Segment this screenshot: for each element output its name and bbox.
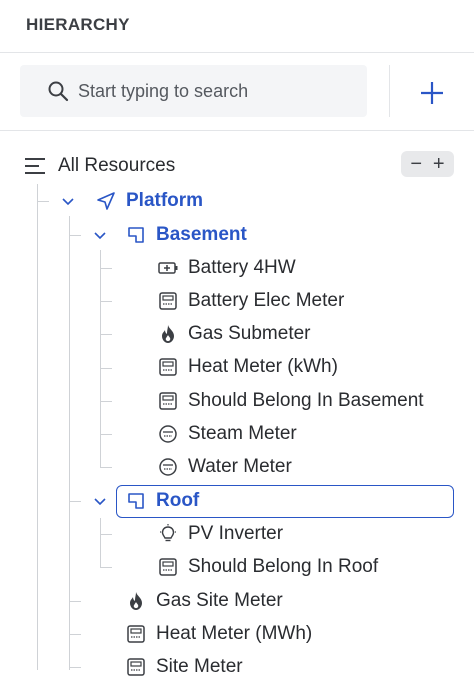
tree-item-platform[interactable]: Platform <box>95 186 203 216</box>
tree-line <box>100 434 112 435</box>
collapse-expand-controls: − + <box>401 151 454 177</box>
meter-icon <box>157 356 179 378</box>
tree-item-basement[interactable]: Basement <box>125 220 247 250</box>
tree-line <box>69 235 81 236</box>
meter-icon <box>157 556 179 578</box>
tree-item-label: Should Belong In Basement <box>188 390 424 411</box>
tree-item-label: Basement <box>156 224 247 245</box>
search-row <box>0 53 474 131</box>
tree-line <box>37 184 38 670</box>
tree-line <box>100 250 101 468</box>
tree-item-label: Battery 4HW <box>188 257 296 278</box>
tree-item-water-meter[interactable]: Water Meter <box>157 452 292 482</box>
tree-item-gas-site-meter[interactable]: Gas Site Meter <box>125 586 283 616</box>
meter-icon <box>125 623 147 645</box>
tree-item-should-belong-in-basement[interactable]: Should Belong In Basement <box>157 386 424 416</box>
chevron-down-icon[interactable] <box>93 495 107 509</box>
navigation-arrow-icon <box>95 190 117 212</box>
tree-item-heat-meter-kwh[interactable]: Heat Meter (kWh) <box>157 352 338 382</box>
tree-line <box>100 301 112 302</box>
tree-item-label: Battery Elec Meter <box>188 290 345 311</box>
tree-item-battery-elec-meter[interactable]: Battery Elec Meter <box>157 286 344 316</box>
meter-icon <box>157 390 179 412</box>
meter-icon <box>157 290 179 312</box>
tree-item-label: Gas Submeter <box>188 323 311 344</box>
tree-item-pv-inverter[interactable]: PV Inverter <box>157 519 283 549</box>
tree-item-should-belong-in-roof[interactable]: Should Belong In Roof <box>157 552 378 582</box>
tree-item-label: Steam Meter <box>188 423 297 444</box>
flame-icon <box>157 323 179 345</box>
tree-line <box>100 401 112 402</box>
meter-icon <box>125 656 147 678</box>
chevron-down-icon[interactable] <box>93 229 107 243</box>
toolbar-divider <box>389 65 390 117</box>
search-icon <box>46 79 70 103</box>
tree-line <box>100 368 112 369</box>
tree-item-label: Should Belong In Roof <box>188 556 379 577</box>
tree-item-label: PV Inverter <box>188 523 284 544</box>
panel-header: HIERARCHY <box>0 0 474 53</box>
search-input[interactable] <box>78 73 358 109</box>
resource-tree: All Resources − + Platform Basement Batt… <box>0 140 474 684</box>
tree-item-label: Site Meter <box>156 656 243 677</box>
tree-line <box>69 634 81 635</box>
tree-root[interactable]: All Resources <box>24 151 175 181</box>
tree-item-steam-meter[interactable]: Steam Meter <box>157 419 297 449</box>
tree-item-roof[interactable]: Roof <box>125 486 199 516</box>
tree-item-label: Gas Site Meter <box>156 590 283 611</box>
floor-icon <box>125 490 147 512</box>
collapse-all-button[interactable]: − <box>410 154 422 174</box>
tree-line <box>37 201 49 202</box>
search-box[interactable] <box>20 65 367 117</box>
menu-icon <box>24 155 46 177</box>
tree-line <box>69 501 81 502</box>
flame-icon <box>125 590 147 612</box>
tree-line <box>100 567 112 568</box>
tree-item-label: Roof <box>156 490 200 511</box>
tree-line <box>100 518 101 568</box>
tree-line <box>100 467 112 468</box>
add-resource-button[interactable] <box>412 73 452 113</box>
tree-line <box>100 534 112 535</box>
tree-line <box>100 268 112 269</box>
battery-icon <box>157 257 179 279</box>
tree-root-label: All Resources <box>58 155 176 176</box>
tree-item-site-meter[interactable]: Site Meter <box>125 652 243 682</box>
expand-all-button[interactable]: + <box>433 154 445 174</box>
tree-line <box>100 334 112 335</box>
panel-title: HIERARCHY <box>26 15 130 34</box>
gauge-icon <box>157 423 179 445</box>
gauge-icon <box>157 456 179 478</box>
tree-item-gas-submeter[interactable]: Gas Submeter <box>157 319 311 349</box>
plus-icon <box>421 82 443 104</box>
floor-icon <box>125 224 147 246</box>
tree-item-label: Heat Meter (MWh) <box>156 623 313 644</box>
tree-item-battery-4hw[interactable]: Battery 4HW <box>157 253 296 283</box>
bulb-icon <box>157 523 179 545</box>
tree-line <box>69 667 81 668</box>
chevron-down-icon[interactable] <box>61 195 75 209</box>
tree-item-heat-meter-mwh[interactable]: Heat Meter (MWh) <box>125 619 312 649</box>
tree-item-label: Water Meter <box>188 456 292 477</box>
tree-item-label: Heat Meter (kWh) <box>188 356 338 377</box>
tree-line <box>69 601 81 602</box>
tree-item-label: Platform <box>126 190 204 211</box>
